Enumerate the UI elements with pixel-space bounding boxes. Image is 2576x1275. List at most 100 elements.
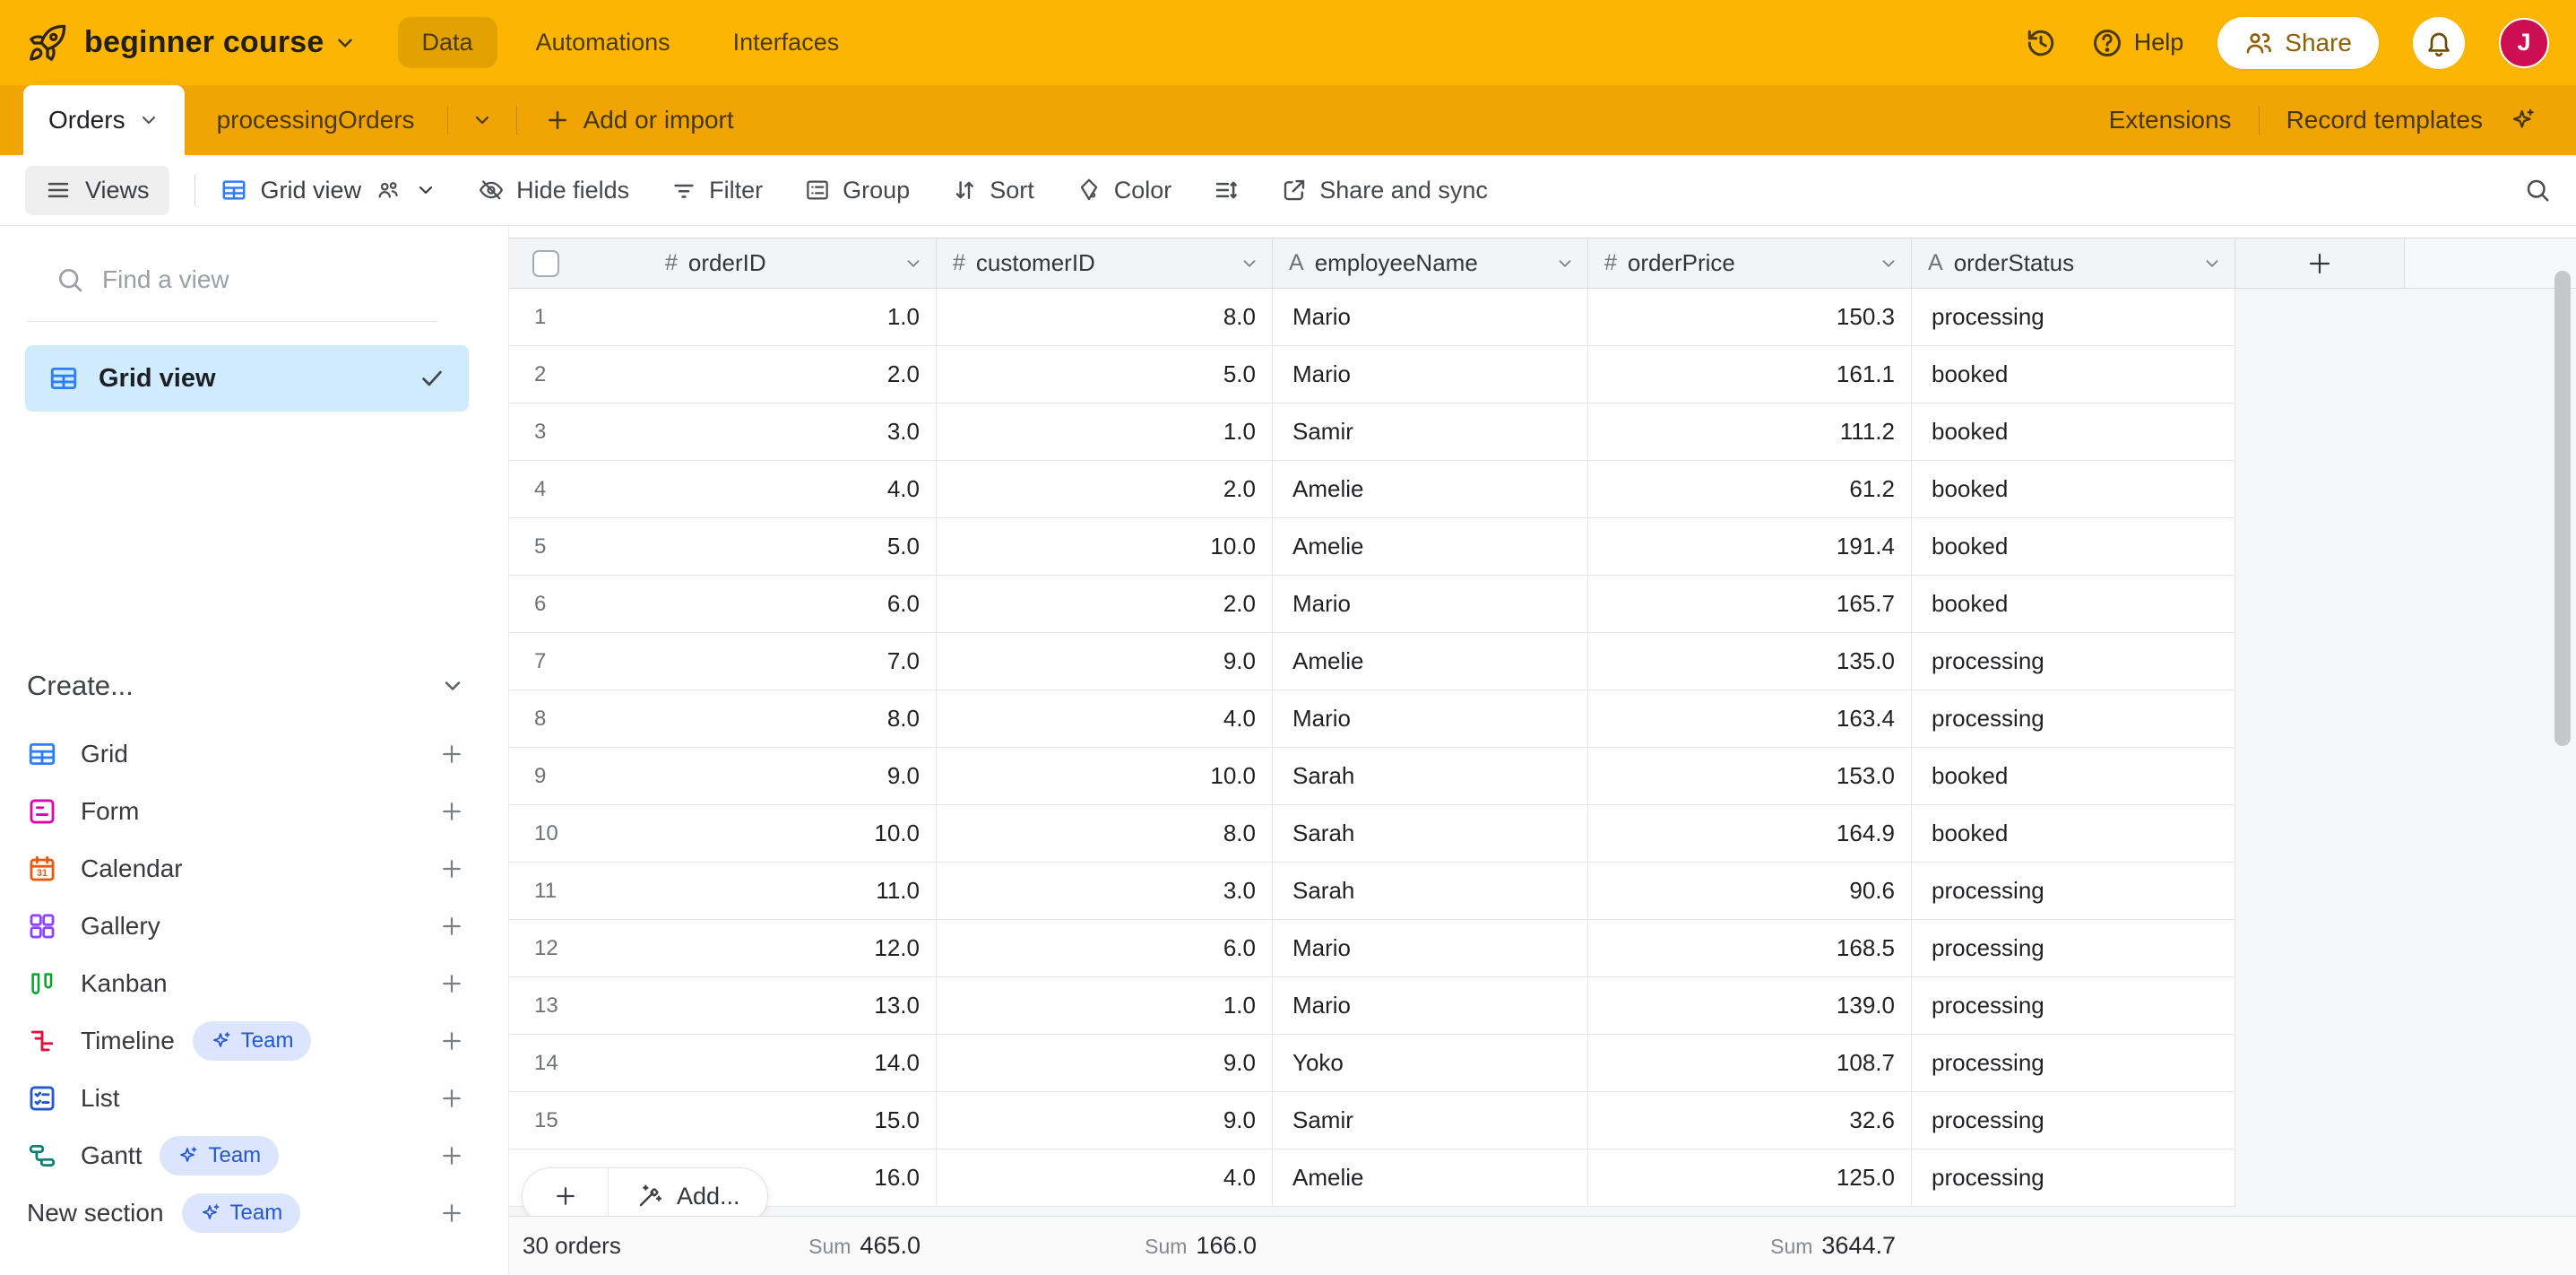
cell-orderstatus[interactable]: processing xyxy=(1912,1035,2235,1091)
color-button[interactable]: Color xyxy=(1076,177,1172,204)
create-item-list[interactable]: List xyxy=(0,1070,508,1127)
cell-orderprice[interactable]: 165.7 xyxy=(1588,576,1912,632)
sum-customerid[interactable]: Sum 166.0 xyxy=(1145,1232,1257,1260)
cell-employeename[interactable]: Samir xyxy=(1273,1092,1588,1149)
sidebar-item-grid-view[interactable]: Grid view xyxy=(25,345,469,412)
select-all-checkbox[interactable] xyxy=(532,250,559,277)
tab-orders-chevron-icon[interactable] xyxy=(138,109,160,131)
search-records-button[interactable] xyxy=(2524,177,2551,204)
cell-customerid[interactable]: 4.0 xyxy=(937,690,1273,747)
table-row[interactable]: 6 6.0 2.0 Mario 165.7 booked xyxy=(509,576,2235,633)
record-templates-button[interactable]: Record templates xyxy=(2286,106,2483,134)
cell-customerid[interactable]: 8.0 xyxy=(937,289,1273,345)
table-row[interactable]: 1 1.0 8.0 Mario 150.3 processing xyxy=(509,289,2235,346)
cell-orderid[interactable]: 13 13.0 xyxy=(509,977,937,1034)
table-row[interactable]: 9 9.0 10.0 Sarah 153.0 booked xyxy=(509,748,2235,805)
cell-orderid[interactable]: 12 12.0 xyxy=(509,920,937,976)
table-row[interactable]: 11 11.0 3.0 Sarah 90.6 processing xyxy=(509,863,2235,920)
sum-orderid[interactable]: Sum 465.0 xyxy=(808,1232,921,1260)
cell-orderid[interactable]: 1 1.0 xyxy=(509,289,937,345)
cell-orderstatus[interactable]: processing xyxy=(1912,920,2235,976)
cell-employeename[interactable]: Samir xyxy=(1273,403,1588,460)
cell-employeename[interactable]: Sarah xyxy=(1273,805,1588,862)
filter-button[interactable]: Filter xyxy=(670,177,763,204)
cell-orderprice[interactable]: 164.9 xyxy=(1588,805,1912,862)
table-row[interactable]: 14 14.0 9.0 Yoko 108.7 processing xyxy=(509,1035,2235,1092)
cell-orderid[interactable]: 4 4.0 xyxy=(509,461,937,517)
add-section-plus-icon[interactable] xyxy=(438,1200,465,1227)
cell-orderstatus[interactable]: processing xyxy=(1912,863,2235,919)
cell-customerid[interactable]: 6.0 xyxy=(937,920,1273,976)
create-item-gantt[interactable]: Gantt Team xyxy=(0,1127,508,1184)
history-icon[interactable] xyxy=(2025,27,2057,59)
cell-orderid[interactable]: 7 7.0 xyxy=(509,633,937,690)
cell-orderid[interactable]: 9 9.0 xyxy=(509,748,937,804)
cell-orderid[interactable]: 15 15.0 xyxy=(509,1092,937,1149)
hide-fields-button[interactable]: Hide fields xyxy=(478,177,629,204)
add-view-plus-icon[interactable] xyxy=(438,1028,465,1054)
table-list-chevron-button[interactable] xyxy=(448,85,516,155)
tab-interfaces[interactable]: Interfaces xyxy=(709,17,864,68)
cell-employeename[interactable]: Mario xyxy=(1273,977,1588,1034)
cell-customerid[interactable]: 8.0 xyxy=(937,805,1273,862)
cell-orderprice[interactable]: 191.4 xyxy=(1588,518,1912,575)
cell-orderid[interactable]: 14 14.0 xyxy=(509,1035,937,1091)
cell-orderstatus[interactable]: booked xyxy=(1912,518,2235,575)
table-row[interactable]: 2 2.0 5.0 Mario 161.1 booked xyxy=(509,346,2235,403)
cell-orderstatus[interactable]: processing xyxy=(1912,977,2235,1034)
cell-orderprice[interactable]: 108.7 xyxy=(1588,1035,1912,1091)
cell-customerid[interactable]: 1.0 xyxy=(937,403,1273,460)
cell-orderstatus[interactable]: processing xyxy=(1912,1149,2235,1206)
vertical-scrollbar-thumb[interactable] xyxy=(2554,271,2571,746)
add-view-plus-icon[interactable] xyxy=(438,1142,465,1169)
cell-customerid[interactable]: 2.0 xyxy=(937,576,1273,632)
table-row[interactable]: 4 4.0 2.0 Amelie 61.2 booked xyxy=(509,461,2235,518)
cell-orderprice[interactable]: 111.2 xyxy=(1588,403,1912,460)
cell-employeename[interactable]: Sarah xyxy=(1273,863,1588,919)
cell-orderprice[interactable]: 32.6 xyxy=(1588,1092,1912,1149)
tab-data[interactable]: Data xyxy=(398,17,497,68)
field-chevron-icon[interactable] xyxy=(1240,254,1259,273)
field-chevron-icon[interactable] xyxy=(1879,254,1898,273)
cell-orderprice[interactable]: 135.0 xyxy=(1588,633,1912,690)
cell-orderid[interactable]: 10 10.0 xyxy=(509,805,937,862)
sum-orderprice[interactable]: Sum 3644.7 xyxy=(1770,1232,1896,1260)
cell-customerid[interactable]: 1.0 xyxy=(937,977,1273,1034)
field-chevron-icon[interactable] xyxy=(2202,254,2222,273)
cell-orderstatus[interactable]: processing xyxy=(1912,633,2235,690)
tab-orders[interactable]: Orders xyxy=(23,85,185,155)
cell-orderstatus[interactable]: booked xyxy=(1912,461,2235,517)
cell-customerid[interactable]: 4.0 xyxy=(937,1149,1273,1206)
base-title[interactable]: beginner course xyxy=(84,25,324,60)
column-header-orderstatus[interactable]: AorderStatus xyxy=(1912,239,2235,289)
cell-employeename[interactable]: Amelie xyxy=(1273,1149,1588,1206)
table-row[interactable]: 15 15.0 9.0 Samir 32.6 processing xyxy=(509,1092,2235,1149)
cell-employeename[interactable]: Amelie xyxy=(1273,461,1588,517)
create-item-kanban[interactable]: Kanban xyxy=(0,955,508,1012)
table-row[interactable]: 5 5.0 10.0 Amelie 191.4 booked xyxy=(509,518,2235,576)
table-row[interactable]: 12 12.0 6.0 Mario 168.5 processing xyxy=(509,920,2235,977)
cell-orderstatus[interactable]: processing xyxy=(1912,690,2235,747)
share-and-sync-button[interactable]: Share and sync xyxy=(1281,177,1488,204)
cell-orderid[interactable]: 6 6.0 xyxy=(509,576,937,632)
cell-orderstatus[interactable]: booked xyxy=(1912,748,2235,804)
cell-customerid[interactable]: 5.0 xyxy=(937,346,1273,403)
cell-employeename[interactable]: Mario xyxy=(1273,690,1588,747)
cell-orderprice[interactable]: 61.2 xyxy=(1588,461,1912,517)
views-button[interactable]: Views xyxy=(25,166,169,215)
cell-orderprice[interactable]: 90.6 xyxy=(1588,863,1912,919)
base-menu-chevron-down-icon[interactable] xyxy=(333,31,357,55)
add-field-button[interactable] xyxy=(2235,239,2405,289)
create-section-header[interactable]: Create... xyxy=(0,670,508,702)
base-logo-rocket-icon[interactable] xyxy=(27,22,68,64)
cell-employeename[interactable]: Mario xyxy=(1273,289,1588,345)
cell-employeename[interactable]: Mario xyxy=(1273,576,1588,632)
cell-customerid[interactable]: 3.0 xyxy=(937,863,1273,919)
cell-orderstatus[interactable]: booked xyxy=(1912,805,2235,862)
table-row[interactable]: 3 3.0 1.0 Samir 111.2 booked xyxy=(509,403,2235,461)
cell-orderprice[interactable]: 150.3 xyxy=(1588,289,1912,345)
notifications-button[interactable] xyxy=(2413,17,2465,69)
collapse-chevron-icon[interactable] xyxy=(440,673,465,698)
create-item-timeline[interactable]: Timeline Team xyxy=(0,1012,508,1070)
add-or-import-button[interactable]: Add or import xyxy=(517,85,761,155)
